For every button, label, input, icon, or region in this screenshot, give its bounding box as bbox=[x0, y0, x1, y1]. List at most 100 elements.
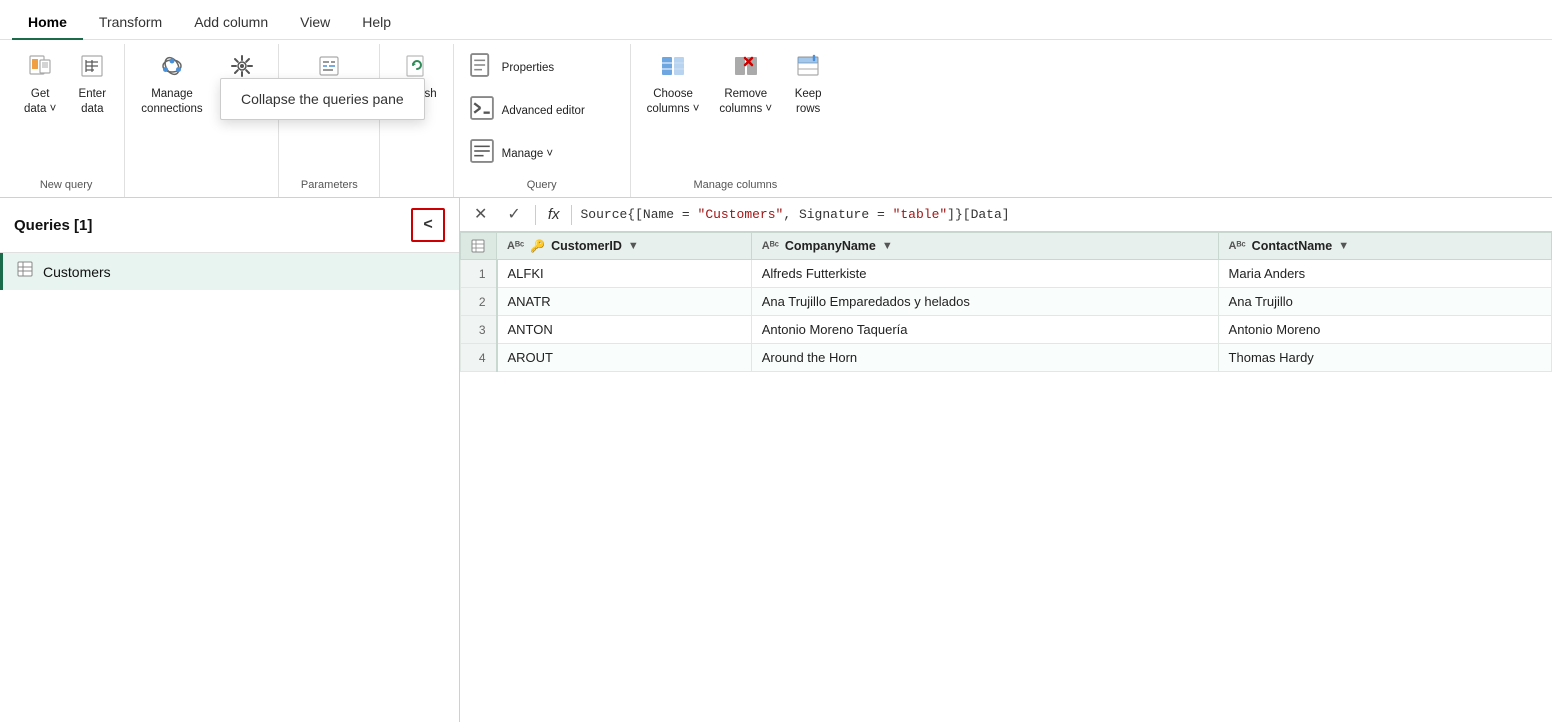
collapse-pane-button[interactable]: < bbox=[411, 208, 445, 242]
query-item-customers[interactable]: Customers bbox=[0, 253, 459, 290]
col-label-contactname: ContactName bbox=[1252, 239, 1333, 253]
data-grid: Aᴮᶜ 🔑 CustomerID ▼ Aᴮᶜ CompanyName ▼ bbox=[460, 232, 1552, 722]
col-type-companyname: Aᴮᶜ bbox=[762, 240, 779, 252]
cell-companyname-1: Alfreds Futterkiste bbox=[751, 260, 1218, 288]
manage-icon bbox=[468, 137, 496, 169]
tab-view[interactable]: View bbox=[284, 6, 346, 40]
table-row: 3 ANTON Antonio Moreno Taquería Antonio … bbox=[461, 316, 1552, 344]
row-num-3: 3 bbox=[461, 316, 497, 344]
formula-fx-label: fx bbox=[544, 206, 564, 223]
choose-columns-label: Choosecolumns ˅ bbox=[647, 87, 700, 117]
row-num-2: 2 bbox=[461, 288, 497, 316]
get-data-label: Getdata ˅ bbox=[24, 87, 56, 117]
th-contact-name[interactable]: Aᴮᶜ ContactName ▼ bbox=[1218, 233, 1551, 260]
tab-bar: Home Transform Add column View Help bbox=[0, 0, 1552, 40]
manage-button[interactable]: Manage ˅ bbox=[462, 134, 622, 175]
col-type-customerid: Aᴮᶜ bbox=[507, 240, 524, 252]
formula-bar-separator-2 bbox=[571, 205, 572, 225]
get-data-button[interactable]: Getdata ˅ bbox=[16, 48, 64, 121]
manage-columns-group-label: Manage columns bbox=[694, 179, 778, 193]
tab-add-column[interactable]: Add column bbox=[178, 6, 284, 40]
properties-button[interactable]: Properties bbox=[462, 48, 622, 89]
get-data-icon bbox=[26, 52, 54, 84]
queries-panel: Queries [1] < Customers bbox=[0, 198, 460, 722]
ribbon-group-query: Properties Advanced editor bbox=[454, 44, 631, 197]
manage-connections-icon bbox=[158, 52, 186, 84]
parameters-group-label: Parameters bbox=[301, 179, 358, 193]
table-row: 1 ALFKI Alfreds Futterkiste Maria Anders bbox=[461, 260, 1552, 288]
col-type-contactname: Aᴮᶜ bbox=[1229, 240, 1246, 252]
contactname-dropdown-icon[interactable]: ▼ bbox=[1338, 240, 1349, 252]
row-num-1: 1 bbox=[461, 260, 497, 288]
cell-contactname-2: Ana Trujillo bbox=[1218, 288, 1551, 316]
advanced-editor-label: Advanced editor bbox=[502, 104, 585, 119]
table-row: 4 AROUT Around the Horn Thomas Hardy bbox=[461, 344, 1552, 372]
keep-rows-button[interactable]: Keeprows bbox=[784, 48, 832, 121]
properties-icon bbox=[468, 51, 496, 83]
cancel-button[interactable]: ✕ bbox=[468, 205, 493, 225]
ribbon-group-refresh: Refresh˅ bbox=[380, 44, 453, 197]
formula-bar-separator bbox=[535, 205, 536, 225]
manage-connections-button[interactable]: Manageconnections bbox=[133, 48, 210, 121]
th-company-name[interactable]: Aᴮᶜ CompanyName ▼ bbox=[751, 233, 1218, 260]
key-icon: 🔑 bbox=[530, 239, 545, 253]
formula-bar: ✕ ✓ fx Source{[Name = "Customers", Signa… bbox=[460, 198, 1552, 232]
ribbon-group-parameters: Manageparameters ˅ Parameters bbox=[279, 44, 380, 197]
main-area: ✕ ✓ fx Source{[Name = "Customers", Signa… bbox=[460, 198, 1552, 722]
ribbon-group-manage-columns: Choosecolumns ˅ Removecolumns ˅ bbox=[631, 44, 840, 197]
cell-customerid-2: ANATR bbox=[497, 288, 752, 316]
remove-columns-icon bbox=[732, 52, 760, 84]
query-item-label: Customers bbox=[43, 264, 111, 280]
enter-data-label: Enterdata bbox=[79, 87, 107, 117]
remove-columns-label: Removecolumns ˅ bbox=[719, 87, 772, 117]
cell-contactname-1: Maria Anders bbox=[1218, 260, 1551, 288]
keep-rows-label: Keeprows bbox=[795, 87, 822, 117]
ribbon-group-new-query: Getdata ˅ Enterdata New query bbox=[8, 44, 125, 197]
ribbon-group-manage-columns-buttons: Choosecolumns ˅ Removecolumns ˅ bbox=[639, 48, 832, 175]
tab-help[interactable]: Help bbox=[346, 6, 407, 40]
ribbon-group-new-query-buttons: Getdata ˅ Enterdata bbox=[16, 48, 116, 175]
table-row: 2 ANATR Ana Trujillo Emparedados y helad… bbox=[461, 288, 1552, 316]
cell-companyname-2: Ana Trujillo Emparedados y helados bbox=[751, 288, 1218, 316]
companyname-dropdown-icon[interactable]: ▼ bbox=[882, 240, 893, 252]
choose-columns-button[interactable]: Choosecolumns ˅ bbox=[639, 48, 708, 121]
table-body: 1 ALFKI Alfreds Futterkiste Maria Anders… bbox=[461, 260, 1552, 372]
cell-customerid-3: ANTON bbox=[497, 316, 752, 344]
row-num-4: 4 bbox=[461, 344, 497, 372]
new-query-group-label: New query bbox=[40, 179, 93, 193]
advanced-editor-button[interactable]: Advanced editor bbox=[462, 91, 622, 132]
cell-customerid-1: ALFKI bbox=[497, 260, 752, 288]
customerid-dropdown-icon[interactable]: ▼ bbox=[628, 240, 639, 252]
remove-columns-button[interactable]: Removecolumns ˅ bbox=[711, 48, 780, 121]
formula-content[interactable]: Source{[Name = "Customers", Signature = … bbox=[580, 207, 1544, 222]
keep-rows-icon bbox=[794, 52, 822, 84]
col-label-customerid: CustomerID bbox=[551, 239, 622, 253]
manage-label: Manage ˅ bbox=[502, 147, 553, 162]
table-header-row: Aᴮᶜ 🔑 CustomerID ▼ Aᴮᶜ CompanyName ▼ bbox=[461, 233, 1552, 260]
properties-label: Properties bbox=[502, 61, 554, 76]
tooltip-popup: Collapse the queries pane bbox=[220, 78, 425, 120]
enter-data-icon bbox=[78, 52, 106, 84]
confirm-button[interactable]: ✓ bbox=[501, 205, 526, 225]
choose-columns-icon bbox=[659, 52, 687, 84]
data-table: Aᴮᶜ 🔑 CustomerID ▼ Aᴮᶜ CompanyName ▼ bbox=[460, 232, 1552, 372]
query-group-label: Query bbox=[527, 179, 557, 193]
content-area: Queries [1] < Customers ✕ ✓ fx bbox=[0, 198, 1552, 722]
cell-contactname-4: Thomas Hardy bbox=[1218, 344, 1551, 372]
ribbon-group-query-buttons: Properties Advanced editor bbox=[462, 48, 622, 175]
tab-transform[interactable]: Transform bbox=[83, 6, 178, 40]
th-row-num bbox=[461, 233, 497, 260]
th-customer-id[interactable]: Aᴮᶜ 🔑 CustomerID ▼ bbox=[497, 233, 752, 260]
cell-customerid-4: AROUT bbox=[497, 344, 752, 372]
chevron-left-icon: < bbox=[423, 216, 432, 234]
ribbon-group-connections: Manageconnections bbox=[125, 44, 279, 197]
table-icon bbox=[17, 261, 33, 282]
cell-contactname-3: Antonio Moreno bbox=[1218, 316, 1551, 344]
tab-home[interactable]: Home bbox=[12, 6, 83, 40]
enter-data-button[interactable]: Enterdata bbox=[68, 48, 116, 121]
manage-connections-label: Manageconnections bbox=[141, 87, 202, 117]
queries-header: Queries [1] < bbox=[0, 198, 459, 253]
advanced-editor-icon bbox=[468, 94, 496, 126]
queries-title: Queries [1] bbox=[14, 217, 92, 234]
cell-companyname-4: Around the Horn bbox=[751, 344, 1218, 372]
